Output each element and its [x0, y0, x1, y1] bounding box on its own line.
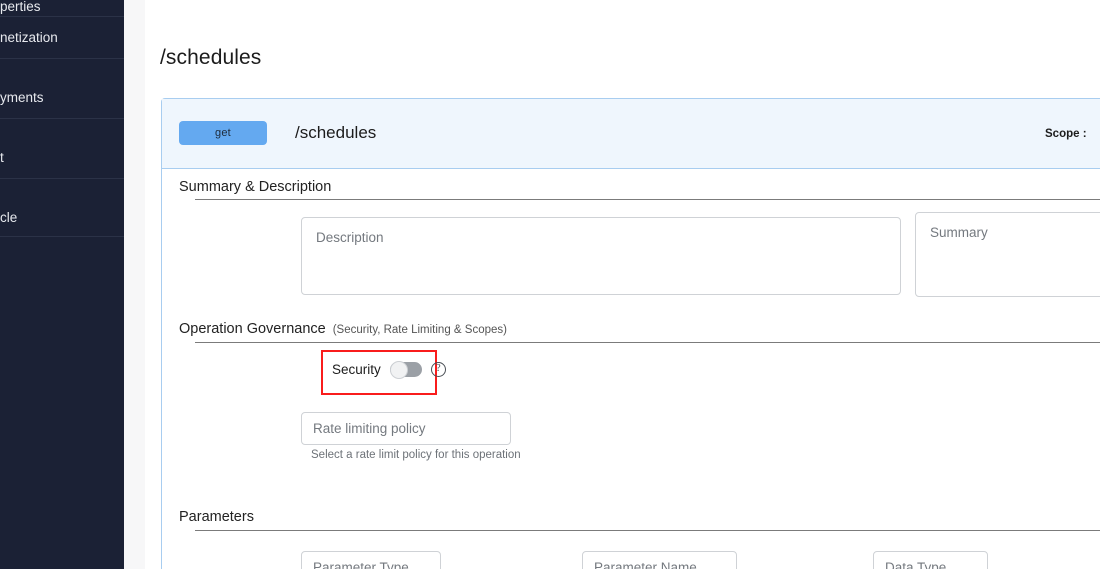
sidebar-item-label: perties [0, 0, 41, 14]
summary-section-rule [195, 199, 1100, 200]
help-icon[interactable]: ? [431, 362, 446, 377]
governance-section-header: Operation Governance (Security, Rate Lim… [179, 321, 507, 337]
page-title: /schedules [160, 46, 261, 70]
http-method-badge[interactable]: get [179, 121, 267, 145]
data-type-value: Data Type [885, 560, 946, 569]
rate-limiting-policy-select[interactable]: Rate limiting policy [301, 412, 511, 445]
sidebar-item-label: netization [0, 30, 58, 45]
data-type-select[interactable]: Data Type [873, 551, 988, 569]
parameters-section-header: Parameters [179, 509, 254, 525]
main-content: /schedules get /schedules Scope : Summar… [145, 0, 1100, 569]
operation-header: get /schedules Scope : [162, 99, 1100, 169]
security-toggle-row[interactable]: Security ? [332, 362, 446, 377]
operation-card: get /schedules Scope : Summary & Descrip… [161, 98, 1100, 569]
parameter-name-input[interactable]: Parameter Name [582, 551, 737, 569]
sidebar-divider [0, 118, 124, 119]
layout-gutter [124, 0, 145, 569]
parameters-section-title: Parameters [179, 509, 254, 525]
governance-section-rule [195, 342, 1100, 343]
sidebar-item-label: cle [0, 210, 17, 225]
sidebar-divider [0, 236, 124, 237]
parameters-section-rule [195, 530, 1100, 531]
summary-section-header: Summary & Description [179, 179, 331, 195]
scope-label: Scope : [1045, 128, 1087, 140]
security-toggle[interactable] [390, 362, 422, 377]
sidebar-item-monetization[interactable]: netization [0, 27, 124, 47]
sidebar-item-test[interactable]: t [0, 147, 124, 167]
sidebar-item-label: yments [0, 90, 44, 105]
parameter-type-value: Parameter Type [313, 560, 409, 569]
app-root: perties netization yments t cle /schedul… [0, 0, 1100, 569]
governance-section-title: Operation Governance [179, 321, 326, 337]
parameter-type-select[interactable]: Parameter Type [301, 551, 441, 569]
sidebar-item-label: t [0, 150, 4, 165]
parameter-name-value: Parameter Name [594, 560, 697, 569]
summary-section-title: Summary & Description [179, 179, 331, 195]
sidebar-item-payments[interactable]: yments [0, 87, 124, 107]
rate-limiting-policy-value: Rate limiting policy [313, 421, 426, 436]
operation-path: /schedules [295, 123, 376, 143]
sidebar-divider [0, 16, 124, 17]
summary-textarea[interactable] [915, 212, 1100, 297]
security-label: Security [332, 362, 381, 377]
security-toggle-knob [390, 361, 408, 379]
description-textarea[interactable] [301, 217, 901, 295]
sidebar-divider [0, 58, 124, 59]
rate-limiting-helper-text: Select a rate limit policy for this oper… [311, 449, 521, 461]
sidebar: perties netization yments t cle [0, 0, 124, 569]
governance-section-subtitle: (Security, Rate Limiting & Scopes) [333, 324, 507, 336]
sidebar-item-lifecycle[interactable]: cle [0, 207, 124, 227]
sidebar-item-properties[interactable]: perties [0, 0, 124, 16]
sidebar-divider [0, 178, 124, 179]
